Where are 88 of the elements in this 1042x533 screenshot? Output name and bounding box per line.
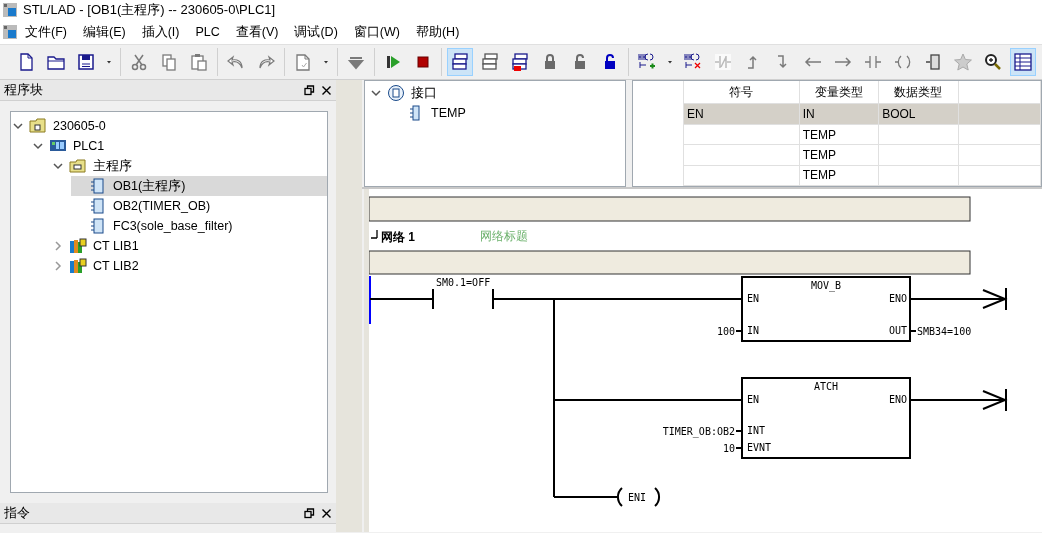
comment-bar[interactable] xyxy=(369,196,971,222)
restore-icon[interactable] xyxy=(304,84,315,96)
block-title: MOV_B xyxy=(810,280,842,291)
tree-item[interactable]: 230605-0 xyxy=(11,116,327,136)
wire xyxy=(369,298,434,300)
table-cell[interactable] xyxy=(878,144,959,166)
operand-label: TIMER_OB:OB2 xyxy=(662,426,735,437)
tree-item[interactable]: 接口 xyxy=(369,83,625,103)
tree-item[interactable]: 主程序 xyxy=(51,156,327,176)
tree-item[interactable]: OB2(TIMER_OB) xyxy=(71,196,327,216)
tree-label: OB1(主程序) xyxy=(113,177,186,195)
block-icon xyxy=(89,177,107,195)
column-header[interactable]: 变量类型 xyxy=(799,81,879,104)
tree-item[interactable]: CT LIB2 xyxy=(51,256,327,276)
coil-symbol[interactable] xyxy=(614,487,661,507)
block-icon xyxy=(89,197,107,215)
block-title: ATCH xyxy=(813,381,839,392)
menu-item[interactable]: 编辑(E) xyxy=(74,21,134,43)
library-icon xyxy=(69,237,87,255)
pin-label: IN xyxy=(747,325,760,336)
table-cell[interactable]: EN xyxy=(683,103,800,125)
pin-label: EVNT xyxy=(747,442,772,453)
panel-title: 程序块 xyxy=(4,81,43,99)
table-cell[interactable] xyxy=(683,144,800,166)
close-icon[interactable] xyxy=(321,84,332,96)
tree-item[interactable]: OB1(主程序) xyxy=(71,176,327,196)
block-icon xyxy=(89,217,107,235)
column-header[interactable]: 符号 xyxy=(683,81,800,104)
window-title: STL/LAD - [OB1(主程序) -- 230605-0\PLC1] xyxy=(23,1,276,19)
operand-label: 10 xyxy=(722,443,735,454)
tree-label: TEMP xyxy=(431,106,466,120)
table-cell[interactable] xyxy=(878,124,959,145)
table-cell[interactable] xyxy=(683,124,800,145)
table-cell[interactable]: TEMP xyxy=(799,165,879,186)
network-label: 网络 1 xyxy=(381,230,415,244)
tree-label: OB2(TIMER_OB) xyxy=(113,199,211,213)
pin-label: INT xyxy=(747,425,766,436)
pin-label: OUT xyxy=(888,325,907,336)
library-icon xyxy=(69,257,87,275)
wire xyxy=(735,430,743,432)
menu-item[interactable]: 查看(V) xyxy=(227,21,287,43)
operand-label: 100 xyxy=(716,326,735,337)
table-cell[interactable] xyxy=(878,165,959,186)
wire xyxy=(735,447,743,449)
contact-symbol[interactable] xyxy=(432,288,494,310)
tree-label: CT LIB2 xyxy=(93,259,139,273)
window-stack-icon[interactable] xyxy=(447,48,473,76)
menu-item[interactable]: 调试(D) xyxy=(286,21,346,43)
document-icon[interactable] xyxy=(3,25,17,39)
pin-label: EN xyxy=(747,293,760,304)
project-icon xyxy=(29,117,47,135)
menu-item[interactable]: PLC xyxy=(187,23,228,41)
tree-label: 主程序 xyxy=(93,157,132,175)
function-block[interactable] xyxy=(741,276,911,342)
restore-icon[interactable] xyxy=(304,507,315,519)
menu-item[interactable]: 文件(F) xyxy=(17,21,75,43)
interface-icon xyxy=(387,84,405,102)
tree-label: FC3(sole_base_filter) xyxy=(113,219,233,233)
operand-label: SMB34=100 xyxy=(917,326,972,337)
column-header[interactable]: 数据类型 xyxy=(878,81,959,104)
tree-item[interactable]: FC3(sole_base_filter) xyxy=(71,216,327,236)
table-cell[interactable]: TEMP xyxy=(799,124,879,145)
tree-label: 230605-0 xyxy=(53,119,106,133)
pin-label: ENO xyxy=(888,293,907,304)
pin-label: ENO xyxy=(888,394,907,405)
panel-title: 指令 xyxy=(4,504,30,522)
menu-item[interactable]: 插入(I) xyxy=(133,21,188,43)
pin-label: EN xyxy=(747,394,760,405)
wire xyxy=(735,330,743,332)
folder-icon xyxy=(69,157,87,175)
menu-item[interactable]: 窗口(W) xyxy=(345,21,408,43)
tree-label: 接口 xyxy=(411,84,437,102)
table-cell[interactable] xyxy=(683,165,800,186)
tree-label: PLC1 xyxy=(73,139,105,153)
menu-item[interactable]: 帮助(H) xyxy=(407,21,468,43)
function-block[interactable] xyxy=(741,377,911,459)
coil-label: ENI xyxy=(627,492,647,503)
tree-item[interactable]: CT LIB1 xyxy=(51,236,327,256)
app-icon xyxy=(3,3,17,17)
operand-label: SM0.1=OFF xyxy=(436,277,491,288)
tree-item[interactable]: TEMP xyxy=(389,103,625,123)
table-cell[interactable]: TEMP xyxy=(799,144,879,166)
grid-icon[interactable] xyxy=(1010,48,1036,76)
collapse-icon[interactable] xyxy=(370,229,378,239)
tree-item[interactable]: PLC1 xyxy=(31,136,327,156)
close-icon[interactable] xyxy=(321,507,332,519)
tree-label: CT LIB1 xyxy=(93,239,139,253)
wire xyxy=(909,330,917,332)
